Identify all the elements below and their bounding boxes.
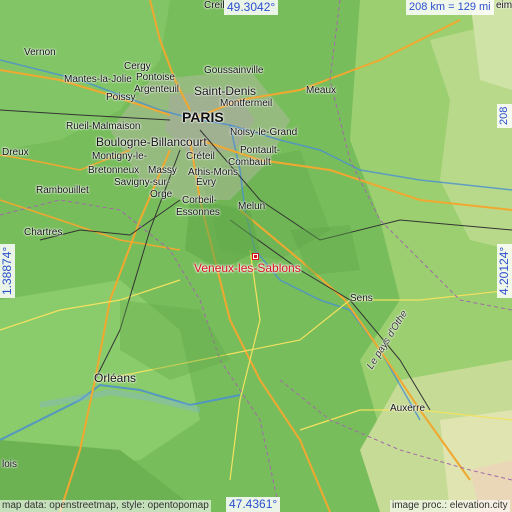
place-label-chartres: Chartres (24, 227, 63, 238)
place-label-paris: PARIS (182, 109, 224, 125)
place-label-noisy-le-grand: Noisy-le-Grand (230, 127, 298, 138)
map-view[interactable]: Creil eim Vernon Cergy Goussainville Pon… (0, 0, 512, 512)
place-label-creil: Creil (204, 0, 225, 11)
place-label-melun: Melun (238, 201, 266, 212)
place-label-poissy: Poissy (106, 92, 136, 103)
place-label-savigny: Savigny-sur- (114, 177, 171, 188)
horizontal-scale-label: 208 km = 129 mi (406, 0, 494, 15)
map-data-credit: map data: openstreetmap, style: opentopo… (0, 500, 211, 512)
place-label-auxerre: Auxerre (390, 403, 426, 414)
place-label-massy: Massy (148, 165, 177, 176)
place-label-meaux: Meaux (306, 85, 337, 96)
latitude-bottom-label: 47.4361° (226, 497, 281, 512)
place-label-orge: Orge (150, 189, 173, 200)
place-label-rambouillet: Rambouillet (36, 185, 89, 196)
place-label-cergy: Cergy (124, 61, 151, 72)
latitude-top-label: 49.3042° (224, 0, 279, 15)
place-label-reims-fragment: eim (496, 0, 512, 11)
longitude-right-label: 4.20124° (497, 243, 512, 298)
place-label-pontault: Pontault- (240, 145, 281, 156)
place-label-corbeil: Corbeil- (182, 195, 218, 206)
place-label-mantes-la-jolie: Mantes-la-Jolie (64, 74, 132, 85)
place-label-vernon: Vernon (24, 47, 56, 58)
place-label-blois: lois (2, 459, 18, 470)
place-label-orleans: Orléans (94, 371, 137, 385)
place-label-goussainville: Goussainville (204, 65, 264, 76)
place-label-evry: Évry (196, 177, 216, 188)
place-label-essonnes: Essonnes (176, 207, 220, 218)
target-location-marker (252, 253, 259, 260)
place-label-montfermeil: Montfermeil (220, 98, 273, 109)
place-label-rueil-malmaison: Rueil-Malmaison (66, 121, 141, 132)
longitude-left-label: 1.38874° (0, 243, 15, 298)
image-processing-credit: image proc.: elevation.city (390, 500, 510, 512)
place-label-argenteuil: Argenteuil (134, 84, 180, 95)
place-label-sens: Sens (350, 293, 373, 304)
place-label-pontoise: Pontoise (136, 72, 175, 83)
place-label-creteil: Créteil (186, 151, 215, 162)
place-label-boulogne-billancourt: Boulogne-Billancourt (96, 135, 207, 149)
place-label-dreux: Dreux (2, 147, 29, 158)
target-location-label: Veneux-les-Sablons (194, 261, 301, 275)
place-label-saint-denis: Saint-Denis (194, 84, 257, 98)
vertical-scale-label: 208 km = 129 mi (497, 103, 512, 128)
place-label-bretonneux: Bretonneux (88, 165, 140, 176)
place-label-montigny: Montigny-le- (92, 151, 148, 162)
